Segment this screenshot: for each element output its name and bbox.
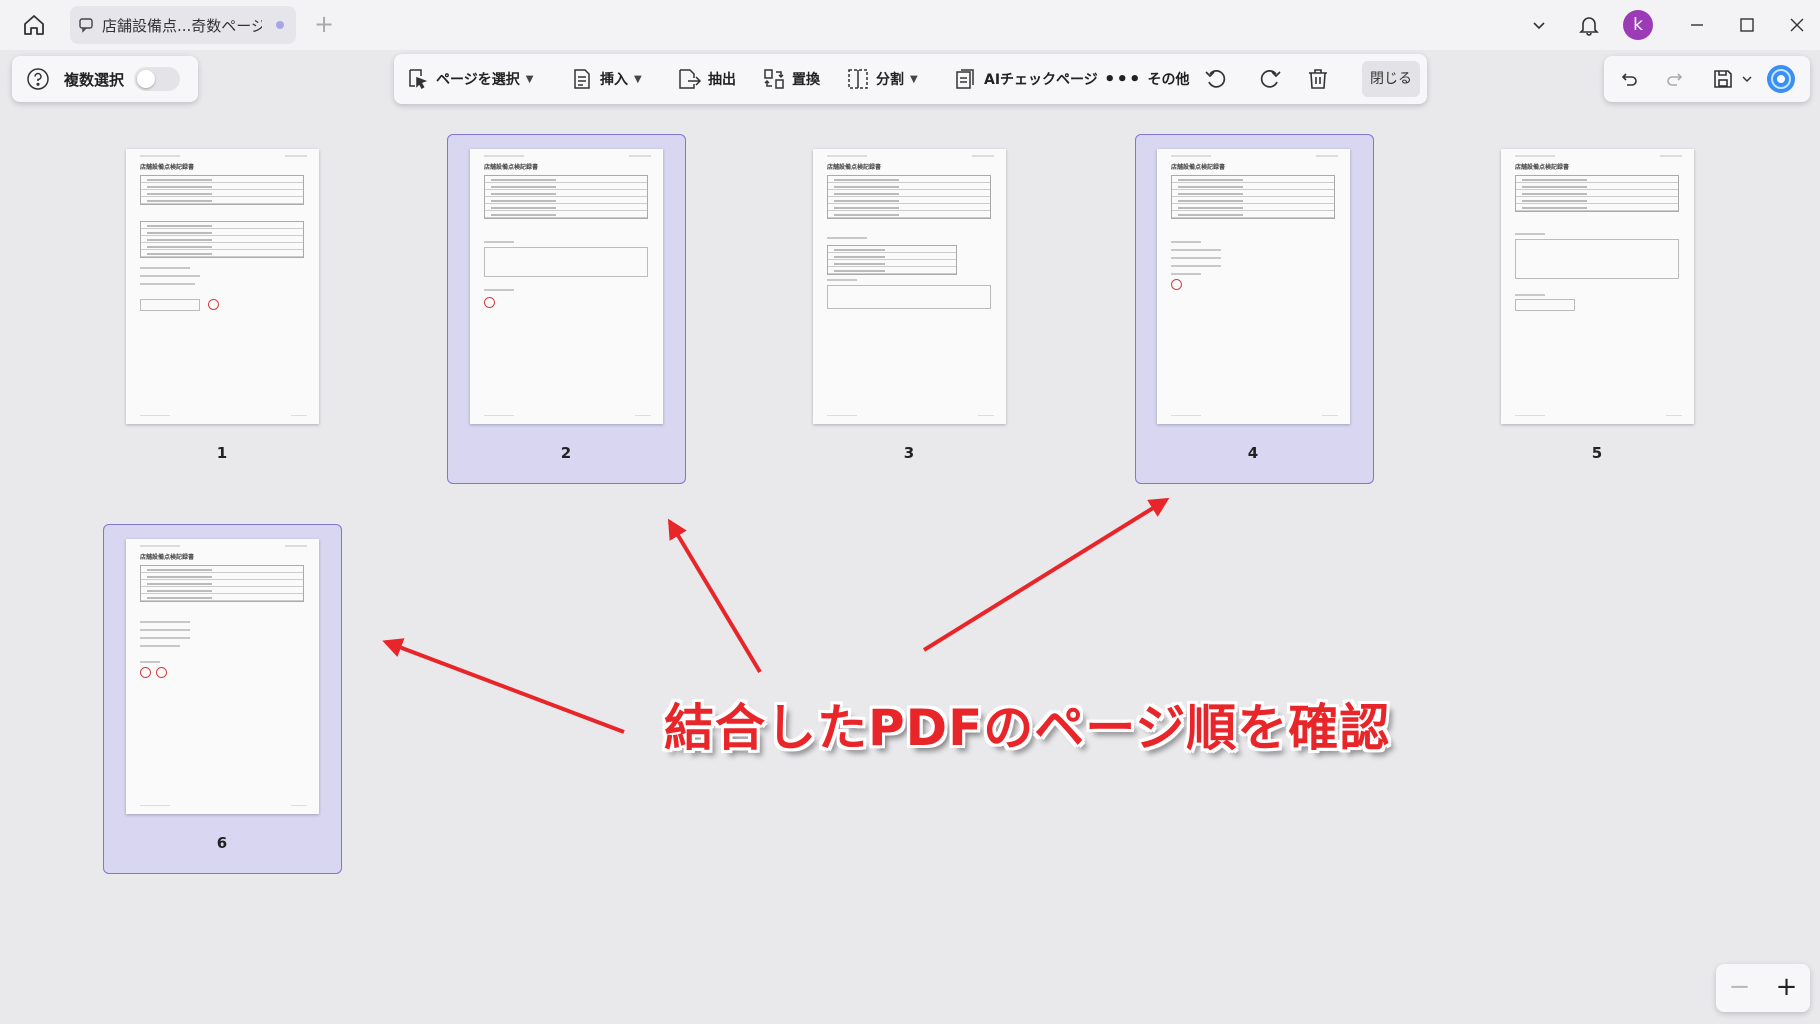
annotation-caption: 結合したPDFのページ順を確認 <box>664 699 1391 757</box>
arrow-to-page-4 <box>922 497 1170 652</box>
arrow-to-page-6 <box>382 638 625 734</box>
zoom-panel: − + <box>1716 964 1810 1012</box>
zoom-in-button[interactable]: + <box>1763 964 1810 1012</box>
arrow-to-page-2 <box>667 518 762 674</box>
annotation-arrows <box>382 497 1170 734</box>
zoom-out-button[interactable]: − <box>1716 964 1763 1012</box>
